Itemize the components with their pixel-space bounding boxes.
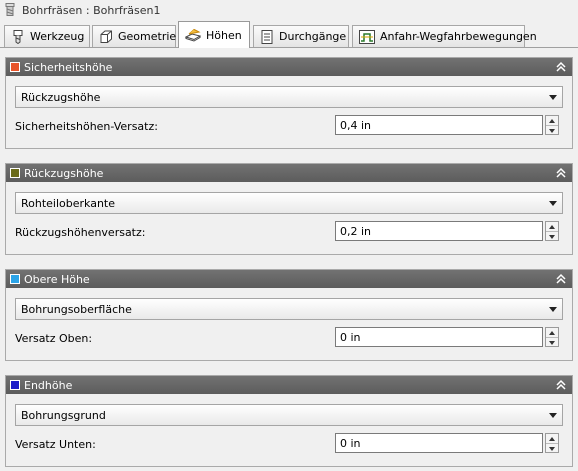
color-swatch xyxy=(10,168,20,178)
offset-input[interactable]: 0 in xyxy=(335,327,543,347)
linking-moves-icon xyxy=(359,29,375,44)
tab-anfahr-wegfahrbewegungen[interactable]: Anfahr-Wegfahrbewegungen xyxy=(352,25,537,47)
section-title: Endhöhe xyxy=(24,378,73,392)
arrow-up-icon xyxy=(549,118,555,123)
color-swatch xyxy=(10,274,20,284)
arrow-down-icon xyxy=(549,340,555,345)
dropdown-value: Bohrungsoberfläche xyxy=(21,302,132,316)
tab-werkzeug[interactable]: Werkzeug xyxy=(4,25,90,47)
collapse-icon[interactable] xyxy=(556,61,566,73)
arrow-down-icon xyxy=(549,128,555,133)
spin-up-button[interactable] xyxy=(546,434,558,444)
offset-label: Versatz Unten: xyxy=(15,438,96,451)
offset-label: Rückzugshöhenversatz: xyxy=(15,226,146,239)
arrow-up-icon xyxy=(549,330,555,335)
reference-dropdown[interactable]: Bohrungsgrund xyxy=(15,404,563,426)
tab-hoehen[interactable]: Höhen xyxy=(178,21,250,48)
collapse-icon[interactable] xyxy=(556,379,566,391)
offset-value: 0,4 in xyxy=(340,118,372,132)
offset-value: 0 in xyxy=(340,330,361,344)
section-rueckzugshoehe: Rückzugshöhe Rohteiloberkante Rückzugshö… xyxy=(5,163,573,255)
geometry-cube-icon xyxy=(100,30,112,43)
tab-label: Durchgänge xyxy=(279,30,347,43)
section-obere-hoehe: Obere Höhe Bohrungsoberfläche Versatz Ob… xyxy=(5,269,573,361)
tab-label: Anfahr-Wegfahrbewegungen xyxy=(380,30,537,43)
tab-label: Geometrie xyxy=(118,30,177,43)
dropdown-value: Bohrungsgrund xyxy=(21,408,106,422)
spin-up-button[interactable] xyxy=(546,222,558,232)
spin-down-button[interactable] xyxy=(546,126,558,135)
window-title: Bohrfräsen : Bohrfräsen1 xyxy=(22,3,161,17)
tool-icon xyxy=(13,29,23,44)
heights-icon xyxy=(185,28,201,42)
color-swatch xyxy=(10,62,20,72)
tab-geometrie[interactable]: Geometrie xyxy=(92,25,176,47)
arrow-down-icon xyxy=(549,234,555,239)
spin-down-button[interactable] xyxy=(546,232,558,241)
section-endhoehe: Endhöhe Bohrungsgrund Versatz Unten: 0 i… xyxy=(5,375,573,467)
arrow-down-icon xyxy=(549,446,555,451)
passes-icon xyxy=(261,29,273,44)
chevron-down-icon xyxy=(549,307,557,312)
color-swatch xyxy=(10,380,20,390)
spin-down-button[interactable] xyxy=(546,444,558,453)
collapse-icon[interactable] xyxy=(556,273,566,285)
arrow-up-icon xyxy=(549,436,555,441)
chevron-down-icon xyxy=(549,413,557,418)
offset-spinner[interactable] xyxy=(545,221,559,241)
tab-strip: Werkzeug Geometrie Höhen Durchgänge Anfa… xyxy=(0,20,578,48)
offset-label: Versatz Oben: xyxy=(15,332,93,345)
tab-label: Werkzeug xyxy=(30,30,85,43)
drill-operation-icon xyxy=(5,3,15,16)
dropdown-value: Rückzugshöhe xyxy=(21,90,101,104)
offset-input[interactable]: 0,2 in xyxy=(335,221,543,241)
offset-label: Sicherheitshöhen-Versatz: xyxy=(15,120,158,133)
arrow-up-icon xyxy=(549,224,555,229)
offset-input[interactable]: 0 in xyxy=(335,433,543,453)
section-header[interactable]: Endhöhe xyxy=(6,376,572,394)
reference-dropdown[interactable]: Bohrungsoberfläche xyxy=(15,298,563,320)
offset-spinner[interactable] xyxy=(545,433,559,453)
section-title: Sicherheitshöhe xyxy=(24,60,113,74)
collapse-icon[interactable] xyxy=(556,167,566,179)
tab-label: Höhen xyxy=(206,28,242,42)
chevron-down-icon xyxy=(549,201,557,206)
offset-input[interactable]: 0,4 in xyxy=(335,115,543,135)
chevron-down-icon xyxy=(549,95,557,100)
window-titlebar: Bohrfräsen : Bohrfräsen1 xyxy=(0,0,578,20)
offset-value: 0 in xyxy=(340,436,361,450)
spin-up-button[interactable] xyxy=(546,328,558,338)
section-title: Rückzugshöhe xyxy=(24,166,104,180)
spin-up-button[interactable] xyxy=(546,116,558,126)
dropdown-value: Rohteiloberkante xyxy=(21,196,116,210)
section-header[interactable]: Sicherheitshöhe xyxy=(6,58,572,76)
section-header[interactable]: Rückzugshöhe xyxy=(6,164,572,182)
spin-down-button[interactable] xyxy=(546,338,558,347)
section-sicherheitshoehe: Sicherheitshöhe Rückzugshöhe Sicherheits… xyxy=(5,57,573,149)
offset-value: 0,2 in xyxy=(340,224,372,238)
offset-spinner[interactable] xyxy=(545,327,559,347)
reference-dropdown[interactable]: Rückzugshöhe xyxy=(15,86,563,108)
reference-dropdown[interactable]: Rohteiloberkante xyxy=(15,192,563,214)
tab-durchgaenge[interactable]: Durchgänge xyxy=(253,25,349,47)
section-title: Obere Höhe xyxy=(24,272,90,286)
offset-spinner[interactable] xyxy=(545,115,559,135)
section-header[interactable]: Obere Höhe xyxy=(6,270,572,288)
